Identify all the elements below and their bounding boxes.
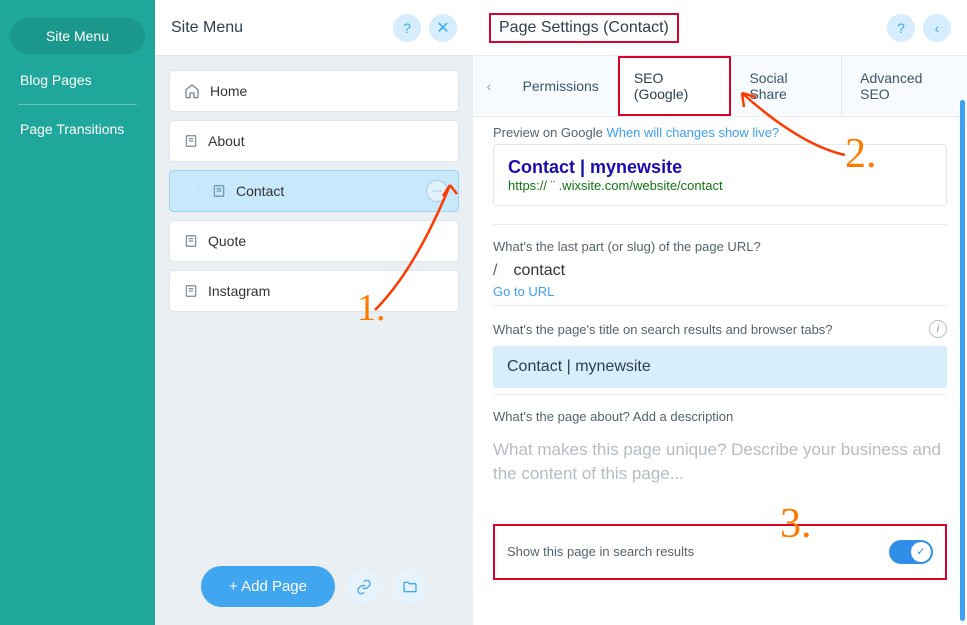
- more-options-icon[interactable]: ⋯: [426, 180, 448, 202]
- tab-seo-google[interactable]: SEO (Google): [618, 56, 732, 116]
- go-to-url-link[interactable]: Go to URL: [493, 284, 947, 299]
- drag-handle-icon[interactable]: ⋮⋮: [184, 186, 202, 197]
- site-menu-footer: + Add Page: [155, 548, 473, 625]
- link-icon[interactable]: [347, 570, 381, 604]
- left-sidebar: Site Menu Blog Pages Page Transitions: [0, 0, 155, 625]
- sidebar-item-site-menu[interactable]: Site Menu: [10, 18, 145, 54]
- sidebar-item-page-transitions[interactable]: Page Transitions: [0, 111, 155, 147]
- preview-label: Preview on Google When will changes show…: [493, 125, 947, 140]
- tab-permissions[interactable]: Permissions: [505, 64, 618, 108]
- close-icon[interactable]: ✕: [429, 14, 457, 42]
- settings-tabs: ‹ Permissions SEO (Google) Social Share …: [473, 56, 967, 117]
- slug-section: What's the last part (or slug) of the pa…: [493, 224, 947, 305]
- info-icon[interactable]: i: [929, 320, 947, 338]
- settings-header: Page Settings (Contact) ? ‹: [473, 0, 967, 56]
- slug-slash: /: [493, 262, 497, 280]
- google-preview-url: https:// ¨ .wixsite.com/website/contact: [508, 178, 932, 193]
- page-icon: [212, 183, 226, 199]
- page-icon: [184, 133, 198, 149]
- slug-value[interactable]: contact: [513, 262, 565, 280]
- page-item-home[interactable]: Home: [169, 70, 459, 112]
- settings-title-highlight: Page Settings (Contact): [489, 13, 679, 43]
- page-item-label: Home: [210, 83, 247, 99]
- scrollbar[interactable]: [960, 100, 965, 621]
- page-item-label: About: [208, 133, 245, 149]
- google-preview: Contact | mynewsite https:// ¨ .wixsite.…: [493, 144, 947, 206]
- page-item-instagram[interactable]: Instagram: [169, 270, 459, 312]
- page-icon: [184, 233, 198, 249]
- title-section: What's the page's title on search result…: [493, 305, 947, 394]
- sidebar-item-blog-pages[interactable]: Blog Pages: [0, 62, 155, 98]
- back-icon[interactable]: ‹: [923, 14, 951, 42]
- site-menu-title: Site Menu: [171, 19, 243, 37]
- tab-social-share[interactable]: Social Share: [731, 56, 842, 116]
- toggle-knob-check-icon: ✓: [911, 542, 931, 562]
- page-icon: [184, 283, 198, 299]
- folder-icon[interactable]: [393, 570, 427, 604]
- page-title-input[interactable]: [493, 346, 947, 388]
- slug-question: What's the last part (or slug) of the pa…: [493, 239, 947, 254]
- help-icon[interactable]: ?: [887, 14, 915, 42]
- show-in-search-toggle[interactable]: ✓: [889, 540, 933, 564]
- page-item-quote[interactable]: Quote: [169, 220, 459, 262]
- page-item-label: Instagram: [208, 283, 270, 299]
- add-page-button[interactable]: + Add Page: [201, 566, 335, 607]
- title-question: What's the page's title on search result…: [493, 320, 947, 338]
- page-item-contact[interactable]: ⋮⋮ Contact ⋯: [169, 170, 459, 212]
- page-item-label: Quote: [208, 233, 246, 249]
- tab-back-icon[interactable]: ‹: [473, 78, 505, 94]
- home-icon: [184, 83, 200, 99]
- page-item-label: Contact: [236, 183, 284, 199]
- show-in-search-label: Show this page in search results: [507, 544, 694, 559]
- page-item-about[interactable]: About: [169, 120, 459, 162]
- show-in-search-row: Show this page in search results ✓: [493, 524, 947, 580]
- desc-placeholder[interactable]: What makes this page unique? Describe yo…: [493, 432, 947, 492]
- desc-question: What's the page about? Add a description: [493, 409, 947, 424]
- page-settings-panel: Page Settings (Contact) ? ‹ ‹ Permission…: [473, 0, 967, 625]
- settings-title: Page Settings (Contact): [499, 19, 669, 36]
- preview-live-link[interactable]: When will changes show live?: [606, 125, 779, 140]
- tab-advanced-seo[interactable]: Advanced SEO: [842, 56, 967, 116]
- settings-body: Preview on Google When will changes show…: [473, 117, 967, 625]
- google-preview-title: Contact | mynewsite: [508, 157, 932, 178]
- description-section: What's the page about? Add a description…: [493, 394, 947, 498]
- help-icon[interactable]: ?: [393, 14, 421, 42]
- site-menu-header: Site Menu ? ✕: [155, 0, 473, 56]
- site-menu-panel: Site Menu ? ✕ Home About ⋮⋮ Contact ⋯ Qu…: [155, 0, 473, 625]
- page-list: Home About ⋮⋮ Contact ⋯ Quote Instagram: [155, 56, 473, 326]
